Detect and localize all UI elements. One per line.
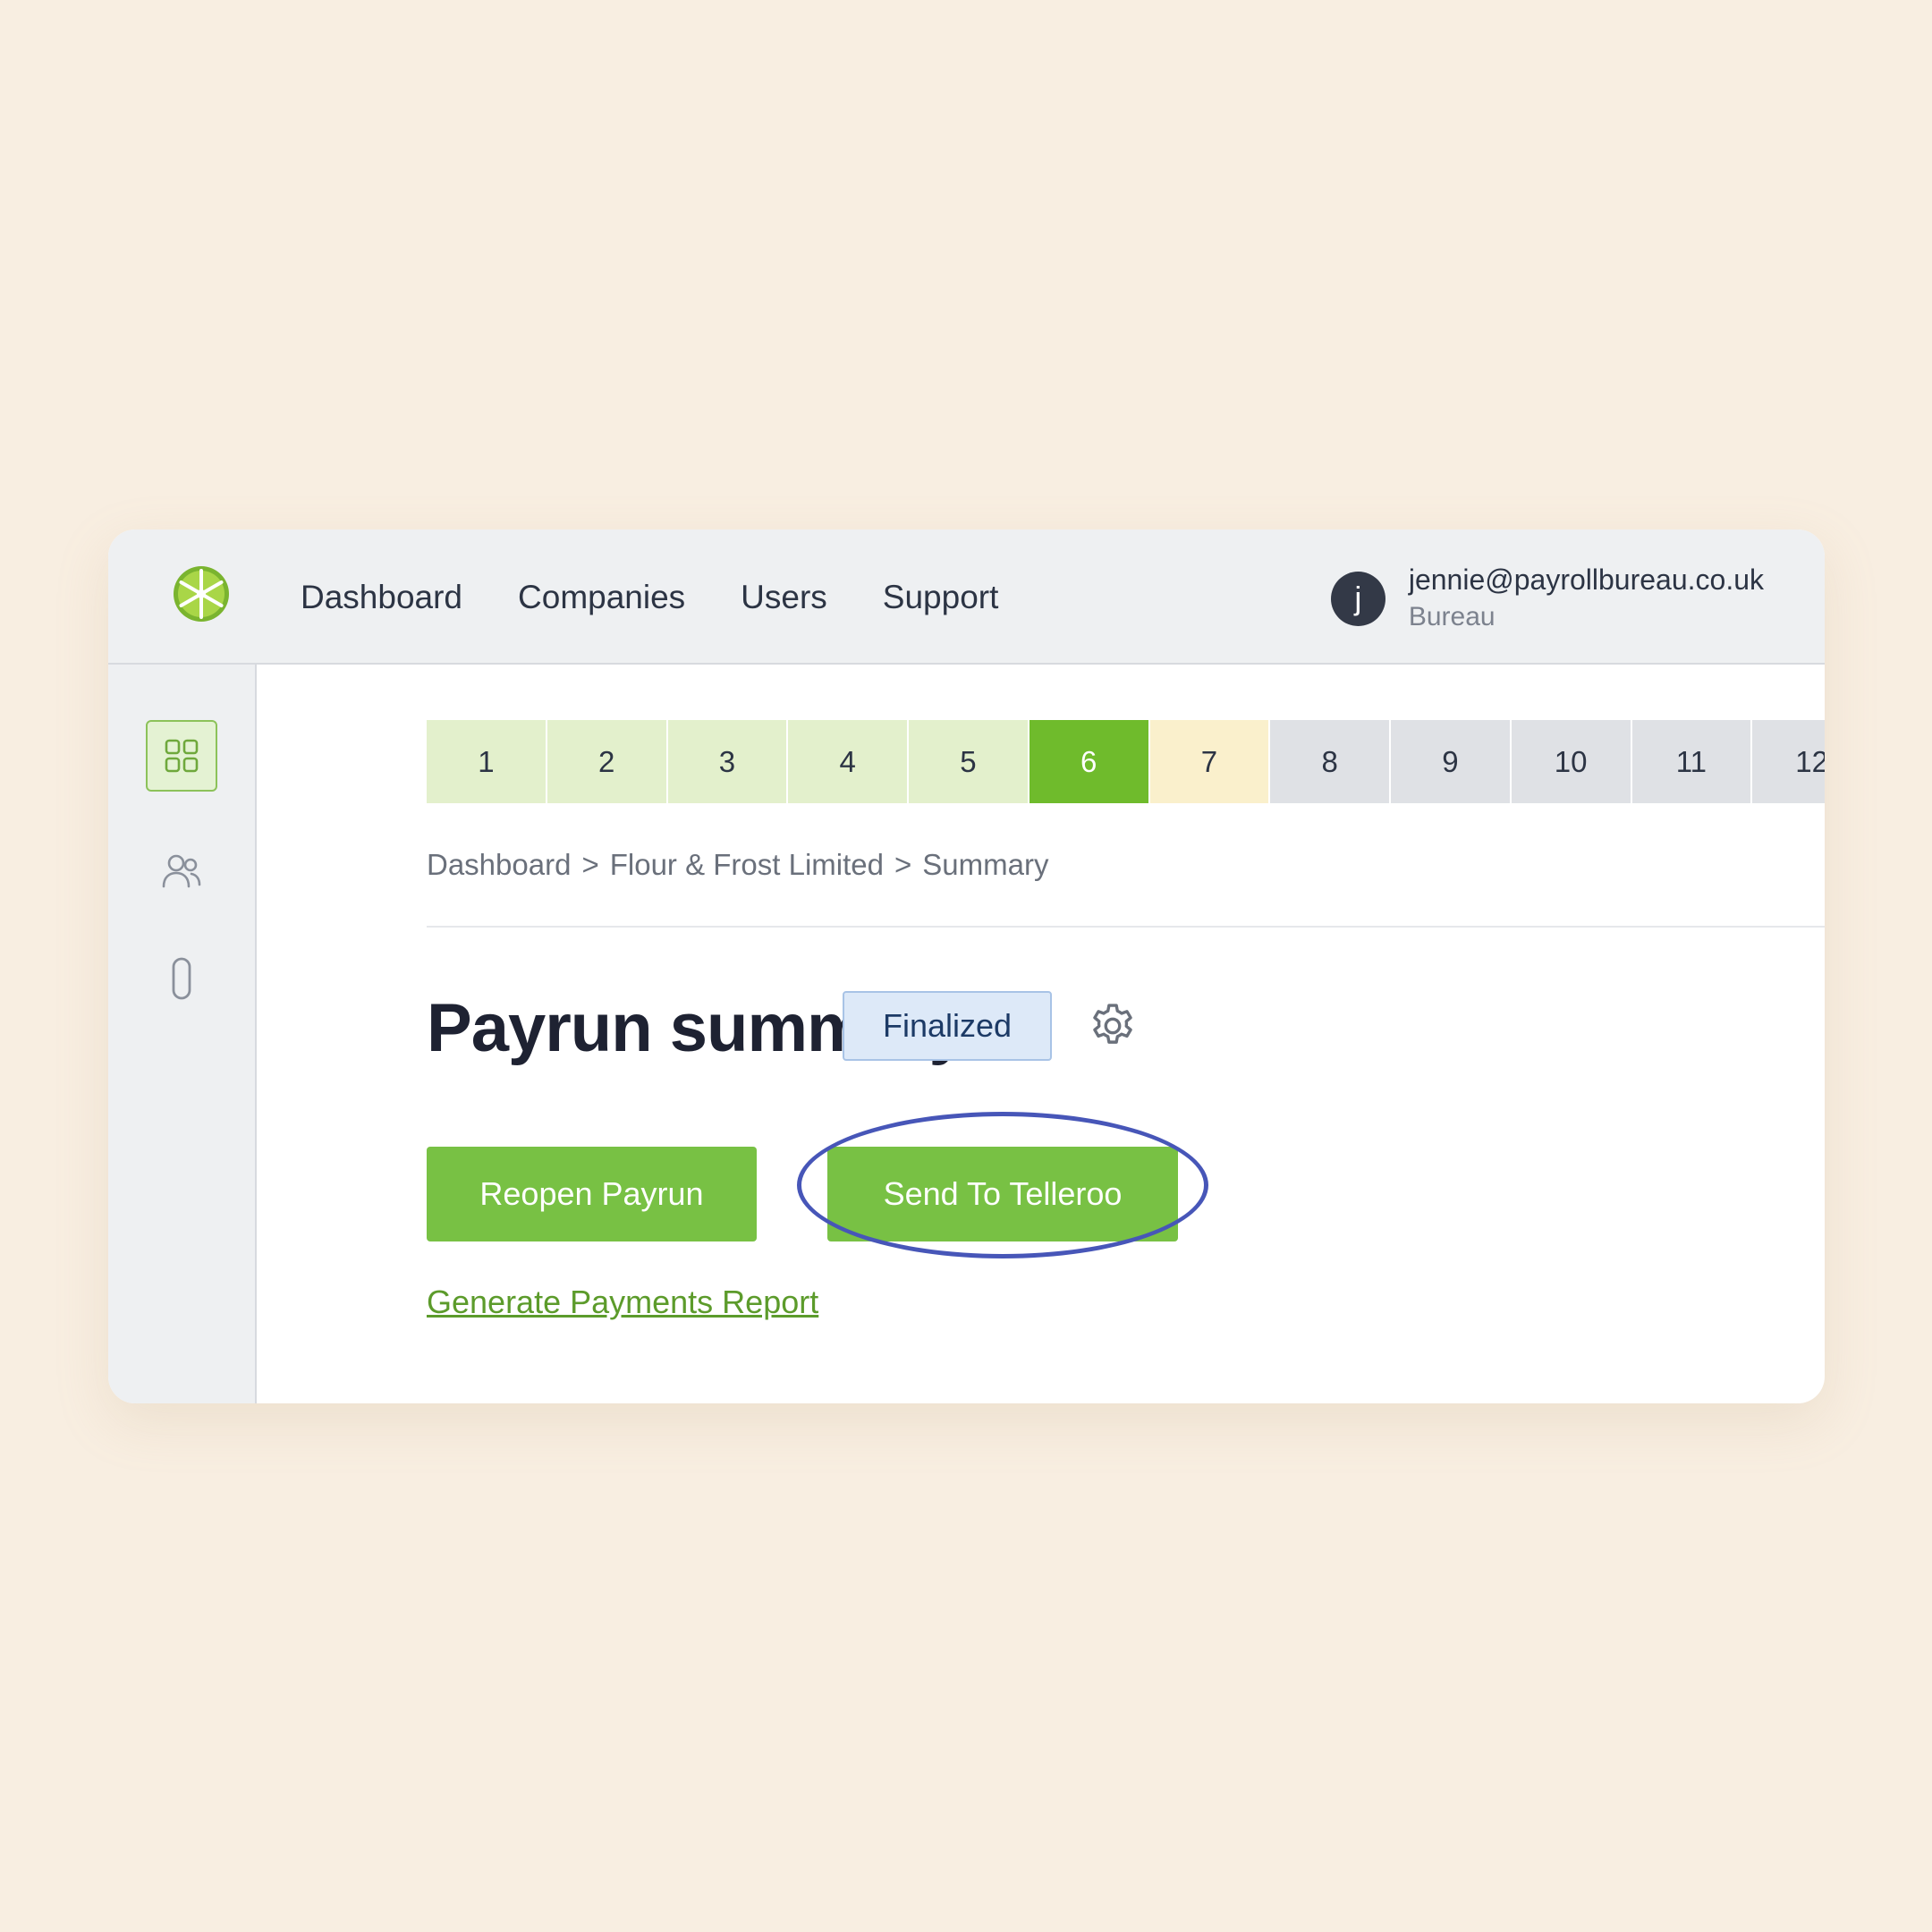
main-content: 1 2 3 4 5 6 7 8 9 10 11 12 Dashboard > F…	[257, 665, 1825, 1403]
period-8[interactable]: 8	[1270, 720, 1391, 803]
lime-logo-icon[interactable]	[173, 565, 230, 623]
user-email: jennie@payrollbureau.co.uk	[1408, 564, 1764, 596]
period-11[interactable]: 11	[1631, 720, 1753, 803]
reopen-payrun-button[interactable]: Reopen Payrun	[427, 1147, 757, 1241]
send-to-telleroo-button[interactable]: Send To Telleroo	[827, 1147, 1178, 1241]
breadcrumb-dashboard[interactable]: Dashboard	[427, 848, 571, 882]
divider	[427, 926, 1825, 928]
nav-users[interactable]: Users	[741, 579, 827, 616]
sidebar-item-users[interactable]	[146, 835, 217, 907]
user-menu[interactable]: j jennie@payrollbureau.co.uk Bureau	[1330, 558, 1764, 639]
breadcrumb-summary: Summary	[922, 848, 1049, 881]
period-5[interactable]: 5	[909, 720, 1030, 803]
period-10[interactable]: 10	[1511, 720, 1632, 803]
breadcrumb: Dashboard > Flour & Frost Limited > Summ…	[427, 848, 1048, 882]
user-info: jennie@payrollbureau.co.uk Bureau	[1409, 561, 1764, 636]
attachment-icon	[172, 957, 191, 1000]
period-7[interactable]: 7	[1149, 720, 1271, 803]
breadcrumb-separator: >	[581, 848, 599, 881]
period-2[interactable]: 2	[547, 720, 668, 803]
users-icon	[162, 854, 201, 888]
avatar[interactable]: j	[1330, 571, 1385, 626]
nav-support[interactable]: Support	[883, 579, 999, 616]
nav-dashboard[interactable]: Dashboard	[301, 579, 462, 616]
filter-icon[interactable]	[1823, 1004, 1825, 1047]
app-window: Dashboard Companies Users Support j jenn…	[108, 530, 1825, 1403]
nav-companies[interactable]: Companies	[518, 579, 685, 616]
gear-icon[interactable]	[1087, 1000, 1139, 1052]
period-9[interactable]: 9	[1391, 720, 1512, 803]
period-1[interactable]: 1	[427, 720, 547, 803]
breadcrumb-separator: >	[894, 848, 912, 881]
breadcrumb-company[interactable]: Flour & Frost Limited	[610, 848, 884, 882]
main-nav: Dashboard Companies Users Support	[301, 530, 1054, 665]
status-badge: Finalized	[843, 991, 1052, 1061]
pay-period-bar: 1 2 3 4 5 6 7 8 9 10 11 12	[427, 720, 1825, 803]
user-role: Bureau	[1408, 602, 1496, 631]
sidebar-item-attachments[interactable]	[146, 943, 217, 1014]
dashboard-grid-icon	[165, 739, 199, 773]
period-3[interactable]: 3	[667, 720, 789, 803]
sidebar	[108, 665, 257, 1403]
sidebar-item-dashboard[interactable]	[146, 720, 217, 792]
generate-payments-report-link[interactable]: Generate Payments Report	[427, 1284, 818, 1321]
period-4[interactable]: 4	[788, 720, 909, 803]
period-12[interactable]: 12	[1752, 720, 1825, 803]
top-bar: Dashboard Companies Users Support j jenn…	[108, 530, 1825, 665]
period-6[interactable]: 6	[1029, 720, 1150, 803]
